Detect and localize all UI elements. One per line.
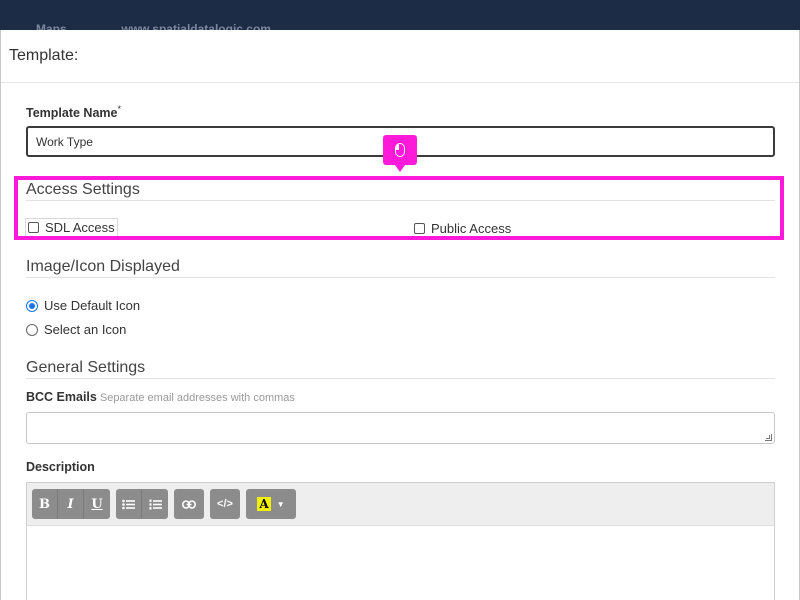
code-button-group: </> <box>210 489 240 519</box>
use-default-icon-option[interactable]: Use Default Icon <box>26 298 140 313</box>
sdl-access-checkbox[interactable] <box>28 222 39 233</box>
link-button[interactable] <box>174 489 204 519</box>
resize-grip-icon[interactable] <box>765 434 772 441</box>
image-icon-title: Image/Icon Displayed <box>26 258 180 275</box>
public-access-label: Public Access <box>431 221 512 236</box>
template-name-label: Template Name* <box>26 104 121 120</box>
caret-down-icon: ▼ <box>276 499 285 509</box>
select-icon-radio[interactable] <box>26 323 38 336</box>
app-topbar: Maps www.spatialdatalogic.com <box>0 0 800 30</box>
access-settings-title: Access Settings <box>26 181 140 198</box>
description-editor[interactable]: B I U </> A ▼ <box>26 482 775 600</box>
use-default-icon-label: Use Default Icon <box>44 298 141 313</box>
underline-button[interactable]: U <box>84 489 110 519</box>
numbered-list-icon <box>149 499 162 509</box>
general-settings-title: General Settings <box>26 359 146 376</box>
click-indicator-badge <box>383 135 417 172</box>
modal-header: Template: <box>1 30 799 83</box>
maps-nav-label: Maps <box>36 22 67 30</box>
access-settings-divider <box>26 200 775 201</box>
editor-toolbar: B I U </> A ▼ <box>27 483 774 526</box>
bcc-emails-label: BCC Emails Separate email addresses with … <box>26 390 295 404</box>
code-view-button[interactable]: </> <box>210 489 240 519</box>
highlight-color-button[interactable]: A ▼ <box>246 489 296 519</box>
sdl-access-checkbox-row[interactable]: SDL Access <box>25 218 118 237</box>
image-icon-divider <box>26 277 775 278</box>
topbar-ghost-text: Maps www.spatialdatalogic.com <box>36 22 271 30</box>
site-url-label: www.spatialdatalogic.com <box>121 22 271 30</box>
general-settings-divider <box>26 378 775 379</box>
list-button-group <box>116 489 168 519</box>
public-access-checkbox[interactable] <box>414 223 425 234</box>
italic-button[interactable]: I <box>58 489 84 519</box>
bold-button[interactable]: B <box>32 489 58 519</box>
modal-title: Template: <box>9 47 79 64</box>
bullet-list-button[interactable] <box>116 489 142 519</box>
numbered-list-button[interactable] <box>142 489 168 519</box>
description-label: Description <box>26 460 95 474</box>
bcc-emails-hint: Separate email addresses with commas <box>99 392 295 404</box>
required-marker: * <box>117 104 121 114</box>
bcc-emails-textarea[interactable] <box>26 412 775 444</box>
template-name-label-text: Template Name <box>26 106 118 121</box>
highlight-button-group: A ▼ <box>246 489 296 519</box>
template-name-value: Work Type <box>36 134 93 149</box>
bullet-list-icon <box>122 499 135 509</box>
sdl-access-label: SDL Access <box>45 220 115 235</box>
format-button-group: B I U <box>32 489 110 519</box>
bcc-emails-label-text: BCC Emails <box>26 390 97 404</box>
public-access-checkbox-row[interactable]: Public Access <box>414 221 511 236</box>
mouse-icon <box>395 143 405 157</box>
select-icon-option[interactable]: Select an Icon <box>26 322 126 337</box>
use-default-icon-radio[interactable] <box>26 299 38 312</box>
highlight-swatch-icon: A <box>257 497 271 511</box>
link-button-group <box>174 489 204 519</box>
link-icon <box>182 499 196 509</box>
select-icon-label: Select an Icon <box>44 322 127 337</box>
